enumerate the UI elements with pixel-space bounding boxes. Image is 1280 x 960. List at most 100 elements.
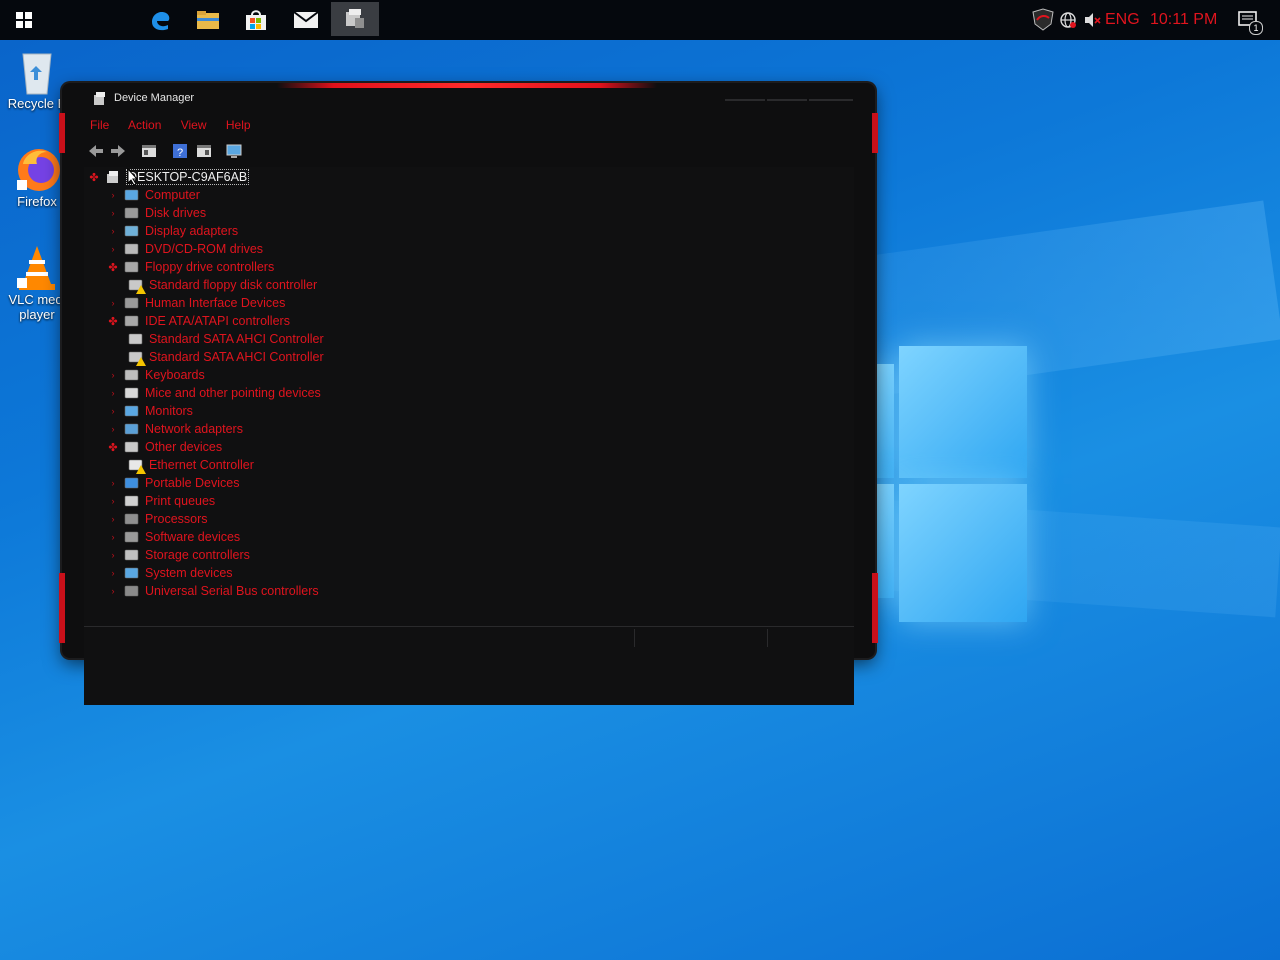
start-button[interactable] — [0, 0, 48, 40]
tree-category-item[interactable]: ✤ Other devices — [108, 438, 222, 456]
collapse-toggle-icon[interactable]: ✤ — [108, 261, 118, 274]
maximize-button[interactable] — [767, 89, 807, 101]
tree-device-item[interactable]: Ethernet Controller — [128, 456, 254, 474]
firefox-icon — [15, 146, 60, 191]
tree-category-item[interactable]: › Monitors — [108, 402, 193, 420]
tree-category-item[interactable]: › Disk drives — [108, 204, 207, 222]
tree-item-label: Storage controllers — [145, 548, 250, 562]
tree-item-label: Human Interface Devices — [145, 296, 286, 310]
recycle-bin-icon — [15, 48, 59, 95]
tree-category-item[interactable]: › Keyboards — [108, 366, 205, 384]
tree-category-item[interactable]: › Portable Devices — [108, 474, 240, 492]
tree-category-item[interactable]: › Storage controllers — [108, 546, 250, 564]
taskbar-edge-button[interactable] — [136, 0, 184, 40]
back-arrow-icon[interactable] — [88, 143, 104, 159]
taskbar-mail-button[interactable] — [282, 0, 330, 40]
status-bar — [84, 626, 854, 649]
tree-device-item[interactable]: Standard floppy disk controller — [128, 276, 317, 294]
expand-chevron-icon[interactable]: › — [108, 550, 118, 560]
tree-item-label: Portable Devices — [145, 476, 240, 490]
rog-tray-icon[interactable] — [1031, 8, 1055, 32]
collapse-toggle-icon[interactable]: ✤ — [108, 315, 118, 328]
minimize-button[interactable] — [725, 89, 765, 101]
device-category-icon — [124, 584, 140, 598]
taskbar-file-explorer-button[interactable] — [184, 0, 232, 40]
device-manager-window[interactable]: Device Manager File Action View Help ? ✤… — [59, 83, 878, 705]
tree-category-item[interactable]: › Print queues — [108, 492, 216, 510]
expand-chevron-icon[interactable]: › — [108, 496, 118, 506]
properties-view-icon[interactable] — [141, 143, 157, 159]
expand-chevron-icon[interactable]: › — [108, 388, 118, 398]
windows-logo-wallpaper — [872, 338, 1028, 623]
menu-help[interactable]: Help — [226, 118, 251, 132]
network-tray-icon[interactable] — [1059, 11, 1077, 34]
clock[interactable]: 10:11 PM — [1150, 11, 1217, 29]
warning-icon — [136, 465, 146, 474]
menu-view[interactable]: View — [181, 118, 207, 132]
taskbar-store-button[interactable] — [232, 0, 280, 40]
tree-item-label: Software devices — [145, 530, 241, 544]
warning-icon — [136, 285, 146, 294]
menu-file[interactable]: File — [90, 118, 109, 132]
device-manager-icon — [346, 9, 364, 28]
tree-category-item[interactable]: ✤ Floppy drive controllers — [108, 258, 274, 276]
expand-chevron-icon[interactable]: › — [108, 244, 118, 254]
expand-chevron-icon[interactable]: › — [108, 514, 118, 524]
taskbar-device-manager-button[interactable] — [331, 2, 379, 36]
device-tree[interactable]: ✤ DESKTOP-C9AF6AB › Computer › Disk drives ›… — [84, 167, 854, 705]
expand-chevron-icon[interactable]: › — [108, 424, 118, 434]
forward-arrow-icon[interactable] — [110, 143, 126, 159]
expand-chevron-icon[interactable]: › — [108, 586, 118, 596]
windows-start-icon — [16, 12, 32, 28]
action-center-button[interactable]: 1 — [1238, 10, 1263, 35]
expand-chevron-icon[interactable]: › — [108, 190, 118, 200]
help-icon[interactable]: ? — [172, 143, 188, 159]
status-cell — [767, 629, 854, 647]
tree-item-label: Display adapters — [145, 224, 239, 238]
expand-chevron-icon[interactable]: › — [108, 406, 118, 416]
toolbar: ? — [86, 141, 846, 161]
expand-chevron-icon[interactable]: › — [108, 478, 118, 488]
tree-root[interactable]: ✤ DESKTOP-C9AF6AB — [89, 168, 250, 186]
tree-category-item[interactable]: › System devices — [108, 564, 233, 582]
device-category-icon — [124, 566, 140, 580]
collapse-toggle-icon[interactable]: ✤ — [89, 171, 99, 184]
tree-category-item[interactable]: › Human Interface Devices — [108, 294, 286, 312]
tree-item-label: Universal Serial Bus controllers — [145, 584, 319, 598]
tree-category-item[interactable]: › Network adapters — [108, 420, 243, 438]
expand-chevron-icon[interactable]: › — [108, 226, 118, 236]
collapse-toggle-icon[interactable]: ✤ — [108, 441, 118, 454]
folder-icon — [197, 11, 219, 29]
tree-category-item[interactable]: › Processors — [108, 510, 208, 528]
device-category-icon — [124, 224, 140, 238]
properties-sheet-icon[interactable] — [196, 143, 212, 159]
expand-chevron-icon[interactable]: › — [108, 370, 118, 380]
expand-chevron-icon[interactable]: › — [108, 532, 118, 542]
tree-item-label: Print queues — [145, 494, 216, 508]
tree-category-item[interactable]: › Universal Serial Bus controllers — [108, 582, 319, 600]
tree-item-label: Other devices — [145, 440, 223, 454]
tree-category-item[interactable]: › Software devices — [108, 528, 241, 546]
device-category-icon — [124, 476, 140, 490]
device-category-icon — [128, 350, 146, 366]
tree-device-item[interactable]: Standard SATA AHCI Controller — [128, 330, 324, 348]
tree-category-item[interactable]: ✤ IDE ATA/ATAPI controllers — [108, 312, 290, 330]
device-category-icon — [124, 512, 140, 526]
tree-category-item[interactable]: › DVD/CD-ROM drives — [108, 240, 264, 258]
expand-chevron-icon[interactable]: › — [108, 208, 118, 218]
expand-chevron-icon[interactable]: › — [108, 298, 118, 308]
tree-category-item[interactable]: › Computer — [108, 186, 200, 204]
expand-chevron-icon[interactable]: › — [108, 568, 118, 578]
menu-action[interactable]: Action — [128, 118, 161, 132]
volume-tray-icon[interactable] — [1083, 11, 1101, 34]
scan-hardware-monitor-icon[interactable] — [226, 143, 242, 159]
window-top-glow — [277, 83, 657, 88]
tree-category-item[interactable]: › Mice and other pointing devices — [108, 384, 321, 402]
vlc-cone-icon — [15, 244, 59, 290]
close-button[interactable] — [809, 89, 853, 101]
tree-device-item[interactable]: Standard SATA AHCI Controller — [128, 348, 324, 366]
window-right-accent — [872, 113, 878, 153]
tree-item-label: Monitors — [145, 404, 193, 418]
tree-category-item[interactable]: › Display adapters — [108, 222, 239, 240]
language-indicator[interactable]: ENG — [1105, 11, 1140, 29]
